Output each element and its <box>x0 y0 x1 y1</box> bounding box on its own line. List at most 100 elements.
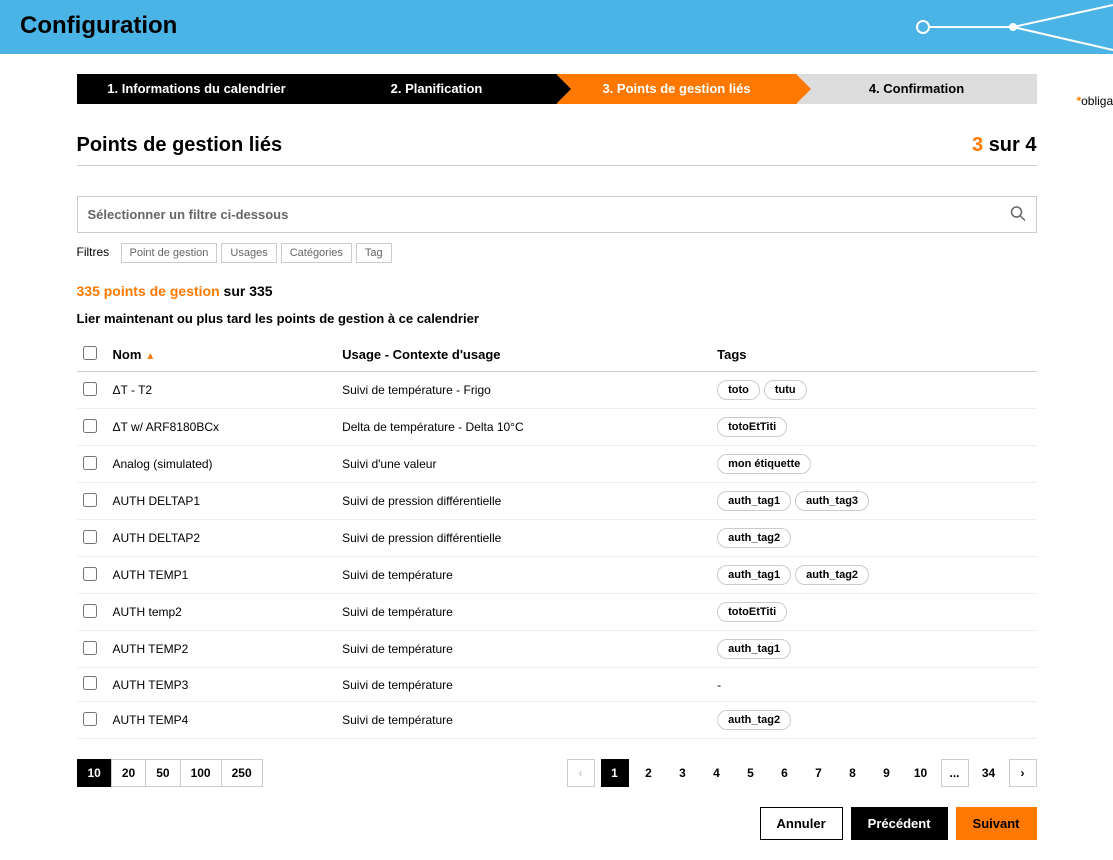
tag-pill: auth_tag2 <box>795 565 869 585</box>
search-input[interactable] <box>78 197 1036 232</box>
row-checkbox[interactable] <box>83 676 97 690</box>
page-num[interactable]: 1 <box>601 759 629 787</box>
filter-label: Filtres <box>77 245 110 259</box>
next-button[interactable]: Suivant <box>956 807 1037 840</box>
header-decoration <box>893 0 1113 54</box>
table-row: AUTH TEMP1Suivi de températureauth_tag1a… <box>77 557 1037 594</box>
page-num[interactable]: 2 <box>635 759 663 787</box>
tag-pill: auth_tag1 <box>717 639 791 659</box>
cell-tags: totoEtTiti <box>711 409 1036 446</box>
cell-name: AUTH DELTAP2 <box>107 520 337 557</box>
header-bar: Configuration <box>0 0 1113 54</box>
search-icon[interactable] <box>1010 205 1026 224</box>
cell-tags: auth_tag2 <box>711 702 1036 739</box>
cell-name: AUTH TEMP3 <box>107 668 337 702</box>
page-num[interactable]: 5 <box>737 759 765 787</box>
row-checkbox[interactable] <box>83 567 97 581</box>
step-item[interactable]: 1. Informations du calendrier <box>77 74 317 104</box>
table-row: AUTH DELTAP2Suivi de pression différenti… <box>77 520 1037 557</box>
row-checkbox[interactable] <box>83 712 97 726</box>
tag-pill: totoEtTiti <box>717 602 787 622</box>
page-num[interactable]: 7 <box>805 759 833 787</box>
page-size-btn[interactable]: 20 <box>111 759 146 787</box>
cell-name: AUTH TEMP1 <box>107 557 337 594</box>
row-checkbox[interactable] <box>83 493 97 507</box>
cell-name: AUTH TEMP4 <box>107 702 337 739</box>
page-size-btn[interactable]: 10 <box>77 759 112 787</box>
instruction-text: Lier maintenant ou plus tard les points … <box>77 311 1037 326</box>
mandatory-hint: *obligatoire <box>1076 94 1113 108</box>
cell-usage: Suivi de température <box>336 631 711 668</box>
sort-asc-icon: ▲ <box>145 351 155 362</box>
page-num[interactable]: 9 <box>873 759 901 787</box>
result-count: 335 points de gestion sur 335 <box>77 283 1037 299</box>
cell-usage: Suivi de pression différentielle <box>336 483 711 520</box>
row-checkbox[interactable] <box>83 382 97 396</box>
cell-usage: Suivi de température - Frigo <box>336 372 711 409</box>
page-num[interactable]: 34 <box>975 759 1003 787</box>
cell-tags: - <box>711 668 1036 702</box>
cell-name: ΔT - T2 <box>107 372 337 409</box>
cell-tags: auth_tag2 <box>711 520 1036 557</box>
row-checkbox[interactable] <box>83 530 97 544</box>
tag-pill: totoEtTiti <box>717 417 787 437</box>
tag-pill: auth_tag3 <box>795 491 869 511</box>
cell-tags: mon étiquette <box>711 446 1036 483</box>
table-row: AUTH DELTAP1Suivi de pression différenti… <box>77 483 1037 520</box>
page-size-btn[interactable]: 50 <box>145 759 180 787</box>
select-all-checkbox[interactable] <box>83 346 97 360</box>
filter-chip[interactable]: Usages <box>221 243 276 263</box>
tag-pill: tutu <box>764 380 807 400</box>
cell-name: AUTH DELTAP1 <box>107 483 337 520</box>
cell-tags: auth_tag1auth_tag2 <box>711 557 1036 594</box>
page-size-selector: 102050100250 <box>77 759 263 787</box>
cancel-button[interactable]: Annuler <box>760 807 843 840</box>
page-num[interactable]: 8 <box>839 759 867 787</box>
section-title: Points de gestion liés <box>77 134 283 157</box>
page-num[interactable]: 4 <box>703 759 731 787</box>
page-size-btn[interactable]: 100 <box>180 759 222 787</box>
cell-name: AUTH temp2 <box>107 594 337 631</box>
cell-tags: auth_tag1auth_tag3 <box>711 483 1036 520</box>
tag-pill: auth_tag2 <box>717 528 791 548</box>
row-checkbox[interactable] <box>83 456 97 470</box>
tag-pill: mon étiquette <box>717 454 811 474</box>
col-name[interactable]: Nom▲ <box>107 338 337 372</box>
tag-pill: auth_tag1 <box>717 491 791 511</box>
cell-tags: tototutu <box>711 372 1036 409</box>
step-item[interactable]: 4. Confirmation <box>797 74 1037 104</box>
step-item[interactable]: 2. Planification <box>317 74 557 104</box>
page-num[interactable]: 6 <box>771 759 799 787</box>
cell-usage: Suivi de température <box>336 557 711 594</box>
page-ellipsis[interactable]: ... <box>941 759 969 787</box>
col-usage[interactable]: Usage - Contexte d'usage <box>336 338 711 372</box>
filter-chip[interactable]: Catégories <box>281 243 352 263</box>
table-row: Analog (simulated)Suivi d'une valeurmon … <box>77 446 1037 483</box>
page-next[interactable]: › <box>1009 759 1037 787</box>
cell-name: AUTH TEMP2 <box>107 631 337 668</box>
step-item[interactable]: 3. Points de gestion liés <box>557 74 797 104</box>
filter-chip[interactable]: Point de gestion <box>121 243 218 263</box>
page-num[interactable]: 3 <box>669 759 697 787</box>
page-prev[interactable]: ‹ <box>567 759 595 787</box>
filter-row: Filtres Point de gestionUsagesCatégories… <box>77 243 1037 263</box>
row-checkbox[interactable] <box>83 641 97 655</box>
row-checkbox[interactable] <box>83 419 97 433</box>
col-tags[interactable]: Tags <box>711 338 1036 372</box>
cell-tags: totoEtTiti <box>711 594 1036 631</box>
search-box <box>77 196 1037 233</box>
cell-usage: Suivi d'une valeur <box>336 446 711 483</box>
previous-button[interactable]: Précédent <box>851 807 948 840</box>
tag-pill: auth_tag1 <box>717 565 791 585</box>
table-row: AUTH TEMP4Suivi de températureauth_tag2 <box>77 702 1037 739</box>
filter-chip[interactable]: Tag <box>356 243 392 263</box>
pagination: ‹12345678910...34› <box>567 759 1037 787</box>
table-row: AUTH TEMP3Suivi de température- <box>77 668 1037 702</box>
cell-name: ΔT w/ ARF8180BCx <box>107 409 337 446</box>
page-size-btn[interactable]: 250 <box>221 759 263 787</box>
cell-usage: Delta de température - Delta 10°C <box>336 409 711 446</box>
table-row: ΔT - T2Suivi de température - Frigototot… <box>77 372 1037 409</box>
row-checkbox[interactable] <box>83 604 97 618</box>
cell-tags: auth_tag1 <box>711 631 1036 668</box>
page-num[interactable]: 10 <box>907 759 935 787</box>
